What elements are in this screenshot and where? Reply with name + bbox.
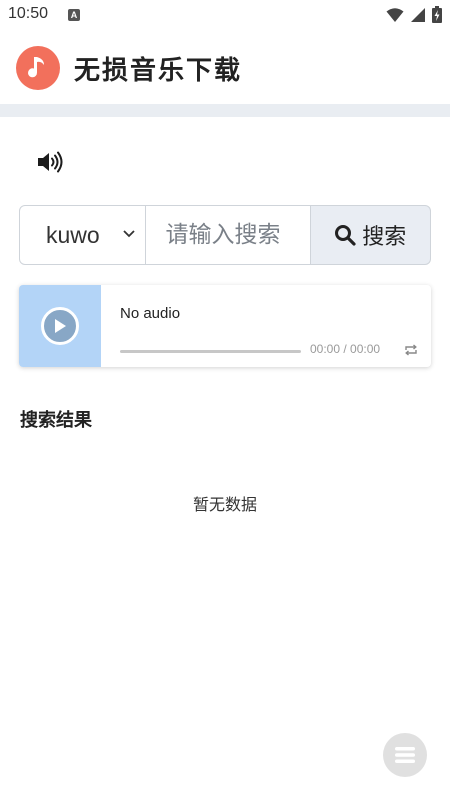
speaker-icon [38, 151, 63, 173]
floating-menu-button[interactable] [383, 733, 427, 777]
wifi-icon [386, 7, 404, 22]
battery-charging-icon [432, 6, 442, 23]
search-button-label: 搜索 [362, 225, 407, 250]
magnifier-icon [335, 225, 356, 246]
status-bar: 10:50 A [0, 0, 450, 30]
search-button[interactable]: 搜索 [310, 205, 431, 265]
volume-button[interactable] [36, 150, 64, 174]
menu-icon [395, 747, 415, 763]
track-title: No audio [120, 305, 181, 322]
play-icon [55, 319, 66, 333]
source-select-value: kuwo [46, 221, 100, 248]
status-icons [386, 6, 442, 23]
search-bar: kuwo 搜索 [19, 205, 431, 265]
results-heading: 搜索结果 [20, 410, 92, 431]
search-input[interactable] [145, 205, 311, 265]
progress-slider[interactable] [120, 350, 301, 353]
app-logo [16, 46, 60, 90]
status-time: 10:50 [8, 5, 49, 22]
album-cover [19, 285, 101, 367]
source-select[interactable]: kuwo [19, 205, 146, 265]
chevron-down-icon [122, 230, 135, 238]
empty-state-text: 暂无数据 [192, 495, 257, 514]
notification-badge-icon: A [68, 9, 80, 21]
app-title: 无损音乐下载 [74, 56, 243, 86]
header-divider [0, 104, 450, 117]
signal-icon [411, 7, 425, 22]
audio-player: No audio 00:00 / 00:00 [19, 285, 431, 367]
play-button[interactable] [41, 307, 79, 345]
time-readout: 00:00 / 00:00 [310, 342, 381, 356]
music-note-icon [28, 57, 44, 78]
app-header: 无损音乐下载 [0, 38, 450, 98]
loop-icon[interactable] [404, 344, 418, 356]
